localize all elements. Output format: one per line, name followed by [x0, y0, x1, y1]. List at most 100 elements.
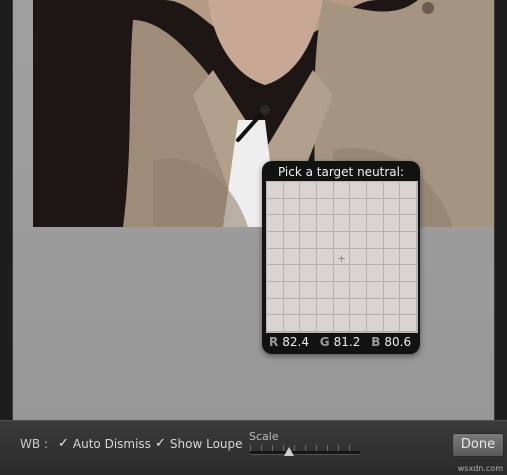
- grid-cell: [400, 248, 417, 266]
- grid-cell: [383, 248, 401, 266]
- percent-unit: %: [421, 335, 434, 349]
- grid-cell: [383, 281, 401, 299]
- grid-cell: [300, 248, 317, 266]
- grid-cell: [316, 265, 334, 282]
- grid-cell: [267, 315, 284, 332]
- neutral-picker-loupe: Pick a target neutral: + R 82.4 G 81.2 B 80…: [262, 161, 433, 354]
- grid-cell: [366, 215, 384, 232]
- grid-cell: [400, 215, 417, 232]
- scale-slider-thumb[interactable]: [284, 447, 294, 456]
- grid-cell: [383, 198, 401, 216]
- grid-cell: [316, 315, 334, 332]
- g-label: G: [319, 335, 330, 349]
- scale-slider[interactable]: [250, 451, 360, 455]
- grid-cell: [283, 215, 301, 232]
- grid-cell: [383, 182, 401, 199]
- center-crosshair-icon: +: [337, 252, 347, 265]
- grid-cell: [400, 265, 417, 282]
- grid-cell: [400, 281, 417, 299]
- grid-cell: [333, 198, 351, 216]
- grid-cell: [316, 298, 334, 316]
- grid-cell: [283, 265, 301, 282]
- done-button[interactable]: Done: [452, 433, 504, 457]
- grid-cell: [366, 281, 384, 299]
- grid-cell: [283, 281, 301, 299]
- show-loupe-label: Show Loupe: [169, 436, 243, 451]
- grid-cell: [366, 248, 384, 266]
- grid-cell: [333, 265, 351, 282]
- grid-cell: [383, 298, 401, 316]
- grid-cell: [350, 281, 367, 299]
- grid-cell: [267, 281, 284, 299]
- grid-cell: [400, 231, 417, 249]
- r-value: 82.4: [282, 335, 309, 349]
- grid-cell: [283, 198, 301, 216]
- b-value: 80.6: [384, 335, 412, 349]
- grid-cell: [350, 182, 367, 199]
- grid-cell: [366, 182, 384, 199]
- grid-cell: [383, 315, 401, 332]
- grid-cell: [316, 182, 334, 199]
- grid-cell: [350, 248, 367, 266]
- grid-cell: [316, 198, 334, 216]
- grid-cell: [350, 215, 367, 232]
- grid-cell: [400, 182, 417, 199]
- grid-cell: [333, 298, 351, 316]
- grid-cell: [350, 198, 367, 216]
- auto-dismiss-label: Auto Dismiss: [72, 436, 151, 451]
- loupe-title: Pick a target neutral:: [277, 165, 405, 179]
- left-panel-edge: [0, 0, 13, 420]
- grid-cell: [300, 215, 317, 232]
- grid-cell: [300, 315, 317, 332]
- grid-cell: [300, 298, 317, 316]
- grid-cell: [283, 182, 301, 199]
- grid-cell: [350, 315, 367, 332]
- grid-cell: [283, 231, 301, 249]
- grid-cell: [350, 265, 367, 282]
- auto-dismiss-checkbox[interactable]: ✓ Auto Dismiss: [58, 436, 151, 451]
- rgb-readout: R 82.4 G 81.2 B 80.6 %: [269, 335, 433, 349]
- g-value: 81.2: [333, 335, 361, 349]
- show-loupe-checkbox[interactable]: ✓ Show Loupe: [155, 436, 243, 451]
- grid-cell: [316, 281, 334, 299]
- b-label: B: [371, 335, 381, 349]
- grid-cell: [333, 231, 351, 249]
- grid-cell: [366, 198, 384, 216]
- grid-cell: [333, 281, 351, 299]
- grid-cell: [316, 248, 334, 266]
- grid-cell: [366, 265, 384, 282]
- grid-cell: [267, 298, 284, 316]
- checkmark-icon[interactable]: ✓: [155, 436, 166, 451]
- grid-cell: [350, 298, 367, 316]
- grid-cell: [267, 265, 284, 282]
- grid-cell: [350, 231, 367, 249]
- checkmark-icon[interactable]: ✓: [58, 436, 69, 451]
- grid-cell: [400, 298, 417, 316]
- grid-cell: [316, 215, 334, 232]
- grid-cell: [283, 315, 301, 332]
- grid-cell: [300, 182, 317, 199]
- grid-cell: [267, 182, 284, 199]
- grid-cell: [283, 298, 301, 316]
- grid-cell: [383, 231, 401, 249]
- grid-cell: [400, 315, 417, 332]
- grid-cell: [366, 315, 384, 332]
- grid-cell: [383, 265, 401, 282]
- grid-cell: [366, 298, 384, 316]
- grid-cell: [333, 182, 351, 199]
- grid-cell: [300, 281, 317, 299]
- grid-cell: [333, 315, 351, 332]
- grid-cell: [267, 198, 284, 216]
- right-panel-edge: [494, 0, 507, 420]
- grid-cell: [316, 231, 334, 249]
- grid-cell: [333, 215, 351, 232]
- grid-cell: [267, 215, 284, 232]
- grid-cell: [267, 248, 284, 266]
- grid-cell: [283, 248, 301, 266]
- scale-label: Scale: [249, 430, 279, 443]
- wb-label: WB :: [20, 437, 48, 451]
- r-label: R: [269, 335, 279, 349]
- grid-cell: [300, 198, 317, 216]
- watermark-text: wsxdn.com: [457, 464, 503, 473]
- grid-cell: [366, 231, 384, 249]
